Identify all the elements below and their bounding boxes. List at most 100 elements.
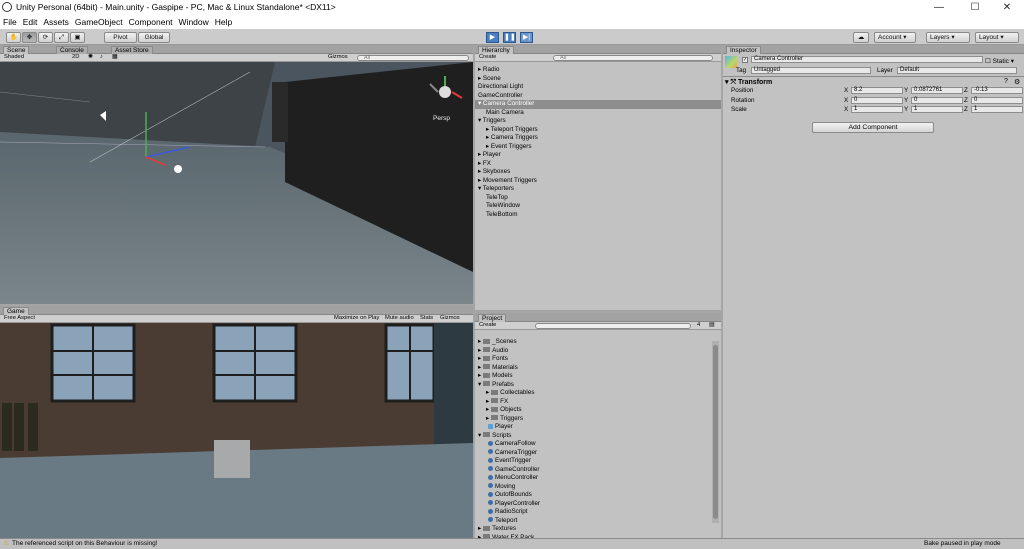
camera-gizmo-icon[interactable] xyxy=(174,165,182,173)
account-dropdown[interactable]: Account ▾ xyxy=(874,32,916,43)
project-scrollbar-thumb[interactable] xyxy=(713,345,718,519)
menu-gameobject[interactable]: GameObject xyxy=(72,15,126,29)
hierarchy-item[interactable]: ▸ Camera Triggers xyxy=(475,134,721,143)
project-item[interactable]: GameController xyxy=(475,466,711,475)
axis-z-label[interactable]: Z xyxy=(964,97,968,104)
rotation-z-field[interactable]: 0 xyxy=(971,96,1023,104)
rect-tool-icon[interactable]: ▣ xyxy=(70,32,85,43)
collapsed-triangle-icon[interactable]: ▸ xyxy=(486,415,489,422)
project-item[interactable]: ▾ Prefabs xyxy=(475,381,711,390)
axis-x-label[interactable]: X xyxy=(844,97,848,104)
project-item[interactable]: OutofBounds xyxy=(475,491,711,500)
collapsed-triangle-icon[interactable]: ▸ xyxy=(478,347,481,354)
lock-icon[interactable]: ▤ xyxy=(709,322,714,329)
hierarchy-item[interactable]: ▾ Camera Controller xyxy=(475,100,721,109)
collapsed-triangle-icon[interactable]: ▸ xyxy=(486,389,489,396)
collapsed-triangle-icon[interactable]: ▸ xyxy=(478,372,481,379)
menu-edit[interactable]: Edit xyxy=(20,15,41,29)
move-tool-icon[interactable]: ✥ xyxy=(22,32,37,43)
project-item[interactable]: EventTrigger xyxy=(475,457,711,466)
maximize-on-play-toggle[interactable]: Maximize on Play xyxy=(334,315,379,322)
2d-toggle[interactable]: 2D xyxy=(72,54,79,61)
layers-dropdown[interactable]: Layers ▾ xyxy=(926,32,970,43)
hierarchy-item[interactable]: TeleWindow xyxy=(475,202,721,211)
position-z-field[interactable]: -0.13 xyxy=(971,87,1023,94)
hierarchy-search-input[interactable]: All xyxy=(553,55,713,61)
help-icon[interactable]: ? xyxy=(1004,78,1008,85)
project-item[interactable]: ▸ Objects xyxy=(475,406,711,415)
pivot-toggle[interactable]: Pivot xyxy=(104,32,137,43)
project-item[interactable]: Player xyxy=(475,423,711,432)
rotate-tool-icon[interactable]: ⟳ xyxy=(38,32,53,43)
project-item[interactable]: CameraTrigger xyxy=(475,449,711,458)
project-scrollbar[interactable] xyxy=(712,341,719,523)
project-item[interactable]: MenuController xyxy=(475,474,711,483)
scale-x-field[interactable]: 1 xyxy=(851,106,903,113)
menu-window[interactable]: Window xyxy=(176,15,212,29)
collapsed-triangle-icon[interactable]: ▸ xyxy=(478,338,481,345)
cloud-button[interactable]: ☁ xyxy=(853,32,869,43)
axis-y-label[interactable]: Y xyxy=(904,87,908,94)
axis-y-label[interactable]: Y xyxy=(904,106,908,113)
hierarchy-item[interactable]: ▾ Teleporters xyxy=(475,185,721,194)
hierarchy-item[interactable]: TeleTop xyxy=(475,194,721,203)
scale-tool-icon[interactable]: ⤢ xyxy=(54,32,69,43)
menu-help[interactable]: Help xyxy=(212,15,235,29)
hierarchy-item[interactable]: ▸ Player xyxy=(475,151,721,160)
project-create-dropdown[interactable]: Create xyxy=(479,322,496,329)
scale-y-field[interactable]: 1 xyxy=(911,106,963,113)
expanded-triangle-icon[interactable]: ▾ xyxy=(478,432,481,439)
shading-dropdown[interactable]: Shaded xyxy=(4,54,24,61)
project-item[interactable]: Moving xyxy=(475,483,711,492)
mute-audio-toggle[interactable]: Mute audio xyxy=(385,315,414,322)
scene-viewport[interactable]: Persp xyxy=(0,62,473,304)
rotation-x-field[interactable]: 0 xyxy=(851,96,903,104)
project-item[interactable]: ▸ Audio xyxy=(475,347,711,356)
hierarchy-item[interactable]: TeleBottom xyxy=(475,211,721,220)
play-button[interactable]: ▶ xyxy=(486,32,499,43)
project-item[interactable]: ▸ Textures xyxy=(475,525,711,534)
object-name-input[interactable]: Camera Controller xyxy=(751,56,983,63)
aspect-dropdown[interactable]: Free Aspect xyxy=(4,315,35,322)
expanded-triangle-icon[interactable]: ▾ xyxy=(478,381,481,388)
axis-y-label[interactable]: Y xyxy=(904,97,908,104)
hierarchy-item[interactable]: GameController xyxy=(475,92,721,101)
project-item[interactable]: Teleport xyxy=(475,517,711,526)
scene-search-input[interactable]: All xyxy=(357,55,469,61)
project-search-input[interactable] xyxy=(535,323,691,329)
project-item[interactable]: CameraFollow xyxy=(475,440,711,449)
project-item[interactable]: ▸ Triggers xyxy=(475,415,711,424)
step-button[interactable]: ▶| xyxy=(520,32,533,43)
tab-inspector[interactable]: Inspector xyxy=(726,46,761,54)
settings-gear-icon[interactable]: ⚙ xyxy=(1014,78,1020,86)
tab-game[interactable]: Game xyxy=(3,307,29,315)
layout-dropdown[interactable]: Layout ▾ xyxy=(975,32,1019,43)
tag-dropdown[interactable]: Untagged xyxy=(751,67,871,74)
audio-toggle-icon[interactable]: ♪ xyxy=(100,54,103,61)
transform-header[interactable]: ▾ ⤧ Transform xyxy=(725,78,772,87)
project-item[interactable]: ▸ _Scenes xyxy=(475,338,711,347)
project-item[interactable]: ▸ Collectables xyxy=(475,389,711,398)
menu-file[interactable]: File xyxy=(0,15,20,29)
project-item[interactable]: ▸ Fonts xyxy=(475,355,711,364)
project-item[interactable]: ▾ Scripts xyxy=(475,432,711,441)
project-item[interactable]: ▸ FX xyxy=(475,398,711,407)
axis-z-label[interactable]: Z xyxy=(964,106,968,113)
project-item[interactable]: PlayerController xyxy=(475,500,711,509)
position-x-field[interactable]: 8.2 xyxy=(851,87,903,94)
lighting-icon[interactable]: ✺ xyxy=(88,54,93,61)
hierarchy-item[interactable]: Directional Light xyxy=(475,83,721,92)
collapsed-triangle-icon[interactable]: ▸ xyxy=(478,525,481,532)
stats-toggle[interactable]: Stats xyxy=(420,315,433,322)
collapsed-triangle-icon[interactable]: ▸ xyxy=(486,406,489,413)
effects-icon[interactable]: ▦ xyxy=(112,54,117,61)
tab-asset-store[interactable]: Asset Store xyxy=(111,46,153,54)
status-message[interactable]: The referenced script on this Behaviour … xyxy=(12,539,158,549)
gizmos-dropdown[interactable]: Gizmos xyxy=(328,54,348,61)
hand-tool-icon[interactable]: ✋ xyxy=(6,32,21,43)
hierarchy-item[interactable]: ▸ Radio xyxy=(475,66,721,75)
hierarchy-item[interactable]: Main Camera xyxy=(475,109,721,118)
project-item[interactable]: RadioScript xyxy=(475,508,711,517)
static-toggle[interactable]: ☐ Static ▾ xyxy=(985,57,1014,65)
tab-project[interactable]: Project xyxy=(478,314,507,322)
